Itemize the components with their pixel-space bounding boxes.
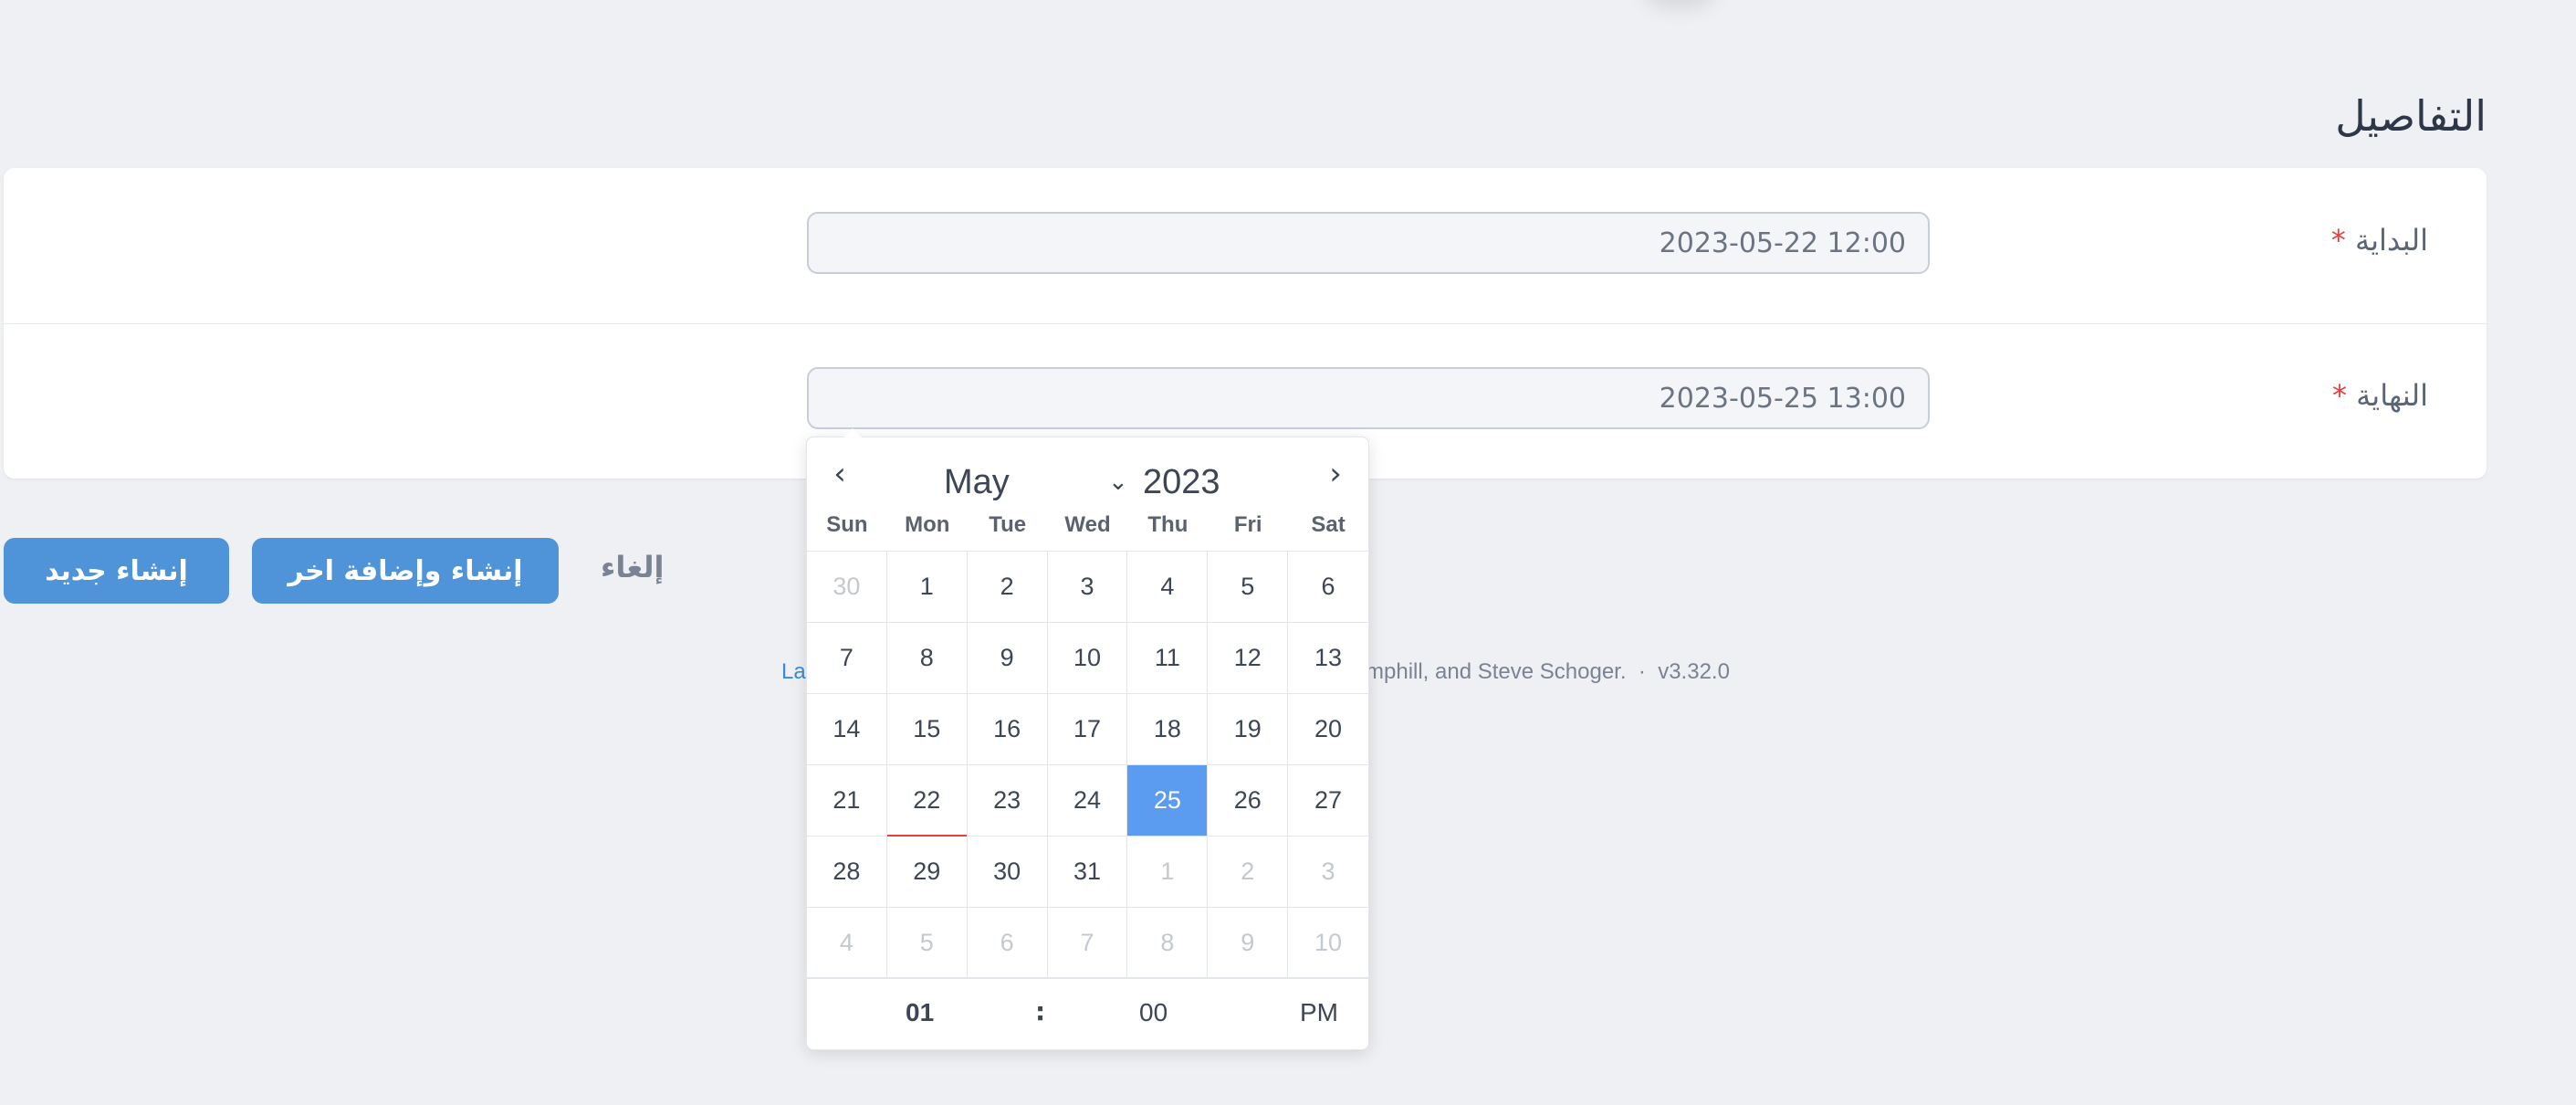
day-cell[interactable]: 20 — [1288, 694, 1368, 765]
day-cell[interactable]: 16 — [967, 694, 1048, 765]
footer-credits-text: mphill, and Steve Schoger. — [1366, 659, 1627, 684]
day-cell[interactable]: 31 — [1047, 837, 1128, 908]
day-grid: 30 1 2 3 4 5 6 7 8 9 10 11 12 13 14 15 16 17 18 19 20 21 22 23 2… — [807, 551, 1368, 979]
day-cell[interactable]: 18 — [1127, 694, 1209, 765]
day-cell[interactable]: 1 — [886, 552, 968, 623]
day-cell[interactable]: 28 — [807, 837, 887, 908]
footer-separator: · — [1638, 659, 1646, 684]
chevron-left-icon[interactable]: ‹ — [822, 456, 858, 492]
footer-version: v3.32.0 — [1658, 659, 1730, 684]
day-cell[interactable]: 9 — [967, 623, 1048, 694]
chevron-down-icon[interactable]: ⌄ — [1108, 468, 1128, 496]
required-marker: * — [2331, 378, 2347, 413]
page-title: التفاصيل — [2335, 91, 2487, 141]
day-cell[interactable]: 17 — [1047, 694, 1128, 765]
end-label-text: النهاية — [2356, 378, 2428, 413]
start-datetime-input[interactable] — [807, 212, 1930, 274]
day-cell[interactable]: 6 — [967, 908, 1048, 979]
year-input[interactable]: 2023 — [1143, 463, 1220, 502]
weekday-label: Mon — [905, 512, 950, 537]
day-cell-today[interactable]: 22 — [886, 765, 968, 837]
day-cell[interactable]: 7 — [1047, 908, 1128, 979]
footer-credits: mphill, and Steve Schoger. · v3.32.0 — [1366, 659, 1730, 685]
day-cell[interactable]: 29 — [886, 837, 968, 908]
day-cell[interactable]: 14 — [807, 694, 887, 765]
day-cell[interactable]: 27 — [1288, 765, 1368, 837]
day-cell[interactable]: 19 — [1208, 694, 1289, 765]
ampm-toggle[interactable]: PM — [1300, 998, 1338, 1027]
chevron-right-icon[interactable]: › — [1317, 456, 1354, 492]
create-and-add-another-button[interactable]: إنشاء وإضافة اخر — [252, 538, 559, 604]
day-cell[interactable]: 30 — [807, 552, 887, 623]
day-cell[interactable]: 3 — [1047, 552, 1128, 623]
cancel-button[interactable]: إلغاء — [601, 550, 664, 584]
weekday-header: Sun Mon Tue Wed Thu Fri Sat — [807, 512, 1368, 549]
day-cell[interactable]: 2 — [967, 552, 1048, 623]
end-datetime-input[interactable] — [807, 367, 1930, 429]
day-cell[interactable]: 8 — [886, 623, 968, 694]
day-cell[interactable]: 23 — [967, 765, 1048, 837]
required-marker: * — [2330, 223, 2346, 258]
day-cell[interactable]: 1 — [1127, 837, 1209, 908]
day-cell[interactable]: 5 — [1208, 552, 1289, 623]
day-cell[interactable]: 2 — [1208, 837, 1289, 908]
start-row: البداية * — [4, 168, 2487, 324]
day-cell[interactable]: 11 — [1127, 623, 1209, 694]
day-cell[interactable]: 9 — [1208, 908, 1289, 979]
day-cell[interactable]: 12 — [1208, 623, 1289, 694]
day-cell[interactable]: 7 — [807, 623, 887, 694]
weekday-label: Thu — [1147, 512, 1189, 537]
day-cell[interactable]: 4 — [1127, 552, 1209, 623]
end-label: النهاية * — [2327, 378, 2428, 413]
day-cell[interactable]: 5 — [886, 908, 968, 979]
details-panel: البداية * النهاية * — [4, 168, 2487, 479]
footer-link[interactable]: La — [781, 659, 806, 684]
day-cell[interactable]: 10 — [1047, 623, 1128, 694]
weekday-label: Sat — [1311, 512, 1346, 537]
weekday-label: Wed — [1064, 512, 1111, 537]
start-label-text: البداية — [2354, 223, 2428, 258]
day-cell[interactable]: 13 — [1288, 623, 1368, 694]
day-cell-selected[interactable]: 25 — [1127, 765, 1209, 837]
day-cell[interactable]: 6 — [1288, 552, 1368, 623]
month-select[interactable]: May — [944, 463, 1010, 502]
day-cell[interactable]: 26 — [1208, 765, 1289, 837]
create-button[interactable]: إنشاء جديد — [4, 538, 229, 604]
day-cell[interactable]: 24 — [1047, 765, 1128, 837]
weekday-label: Tue — [989, 512, 1027, 537]
day-cell[interactable]: 15 — [886, 694, 968, 765]
calendar-pointer — [843, 428, 862, 437]
minute-input[interactable]: 00 — [1139, 998, 1168, 1027]
day-cell[interactable]: 30 — [967, 837, 1048, 908]
day-cell[interactable]: 3 — [1288, 837, 1368, 908]
day-cell[interactable]: 8 — [1127, 908, 1209, 979]
date-picker-calendar: ‹ › May ⌄ 2023 Sun Mon Tue Wed Thu Fri Sat 30 1… — [806, 428, 1369, 1050]
hour-input[interactable]: 01 — [906, 998, 934, 1027]
time-picker: 01 : 00 PM — [807, 977, 1368, 1049]
weekday-label: Sun — [826, 512, 868, 537]
weekday-label: Fri — [1233, 512, 1262, 537]
day-cell[interactable]: 21 — [807, 765, 887, 837]
day-cell[interactable]: 4 — [807, 908, 887, 979]
day-cell[interactable]: 10 — [1288, 908, 1368, 979]
start-label: البداية * — [2326, 223, 2428, 258]
time-separator: : — [1035, 996, 1046, 1026]
